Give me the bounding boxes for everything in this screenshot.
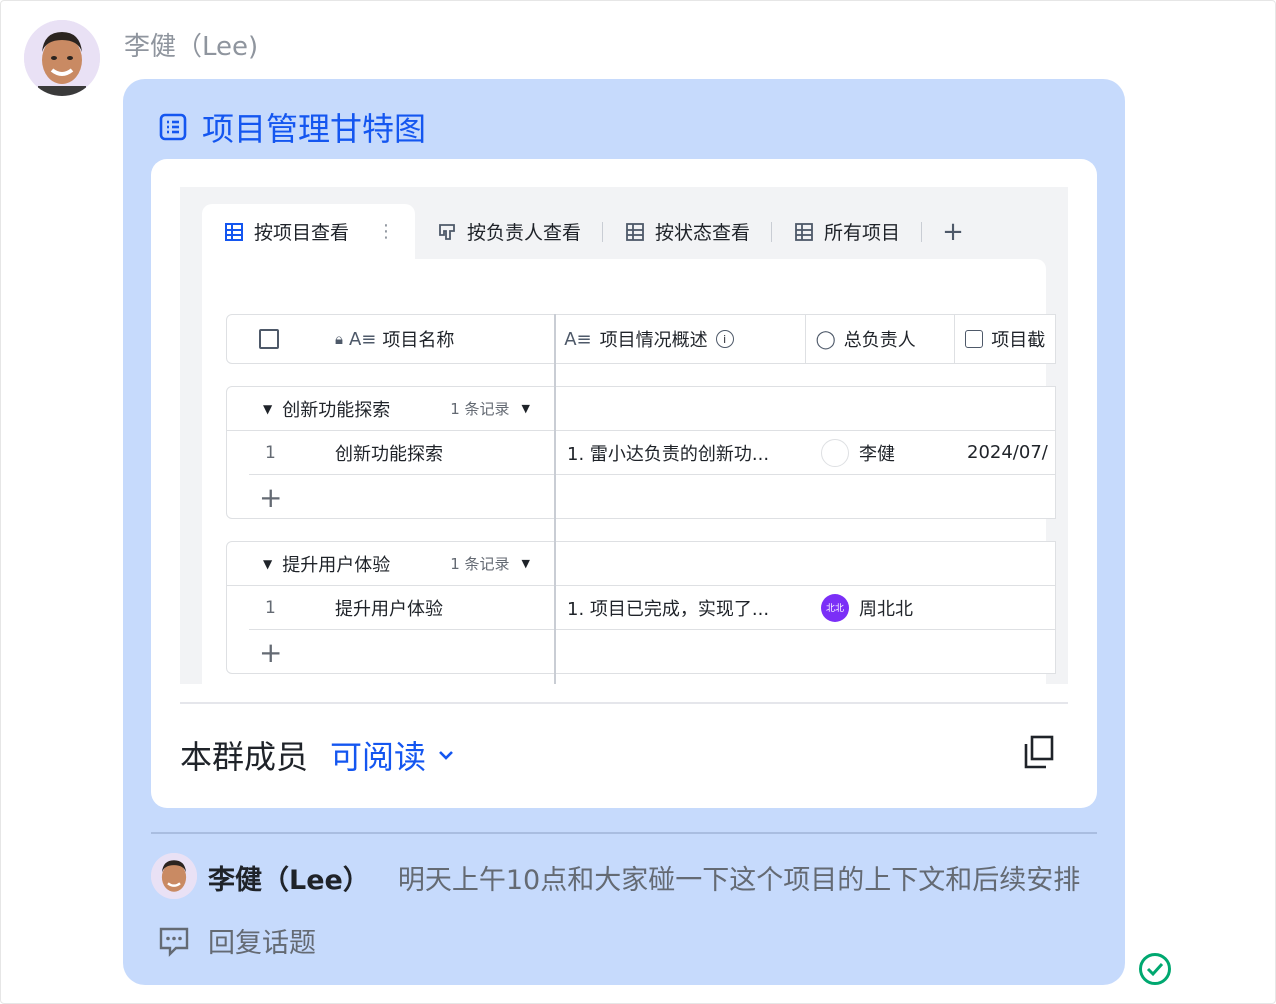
- tab-all-projects[interactable]: 所有项目: [772, 204, 923, 259]
- add-record-button[interactable]: +: [227, 475, 1055, 519]
- divider: [151, 832, 1097, 834]
- tab-label: 按状态查看: [655, 222, 751, 244]
- row-index: 1: [265, 442, 276, 463]
- group-menu-icon[interactable]: ▼: [522, 402, 530, 415]
- reply-text: 明天上午10点和大家碰一下这个项目的上下文和后续安排: [397, 865, 1081, 896]
- row-summary[interactable]: 1. 项目已完成，实现了...: [557, 595, 807, 621]
- group-block: ▼ 创新功能探索 1 条记录 ▼ 1 创新功能探索 1. 雷小达负责的创新功..…: [226, 386, 1056, 519]
- more-vertical-icon[interactable]: ⋮: [377, 221, 395, 242]
- row-deadline[interactable]: 2024/07/: [957, 442, 1048, 463]
- copy-icon: [1024, 735, 1054, 769]
- person-field-icon: ◯: [815, 328, 836, 350]
- chevron-down-icon: [439, 751, 453, 760]
- row-index: 1: [265, 597, 276, 618]
- card-title-text: 项目管理甘特图: [202, 110, 427, 148]
- permission-level: 可阅读: [330, 738, 427, 776]
- collapse-triangle-icon[interactable]: ▼: [263, 402, 272, 416]
- copy-button[interactable]: [1022, 734, 1056, 774]
- grid-view-icon: [626, 222, 644, 241]
- read-status-check-icon: [1138, 952, 1172, 990]
- plus-icon: +: [942, 216, 964, 247]
- column-header-name[interactable]: 项目名称: [382, 326, 454, 352]
- add-record-button[interactable]: +: [227, 630, 1055, 674]
- group-block: ▼ 提升用户体验 1 条记录 ▼ 1 提升用户体验 1. 项目已完成，实现了..…: [226, 541, 1056, 674]
- plus-icon: +: [259, 635, 283, 669]
- collapse-triangle-icon[interactable]: ▼: [263, 557, 272, 571]
- frozen-column-divider: [554, 314, 556, 684]
- select-all-checkbox[interactable]: [259, 329, 279, 349]
- bitable-icon: [159, 113, 187, 141]
- grid-view-icon: [225, 222, 243, 241]
- grid-view-icon: [795, 222, 813, 241]
- plus-icon: +: [259, 480, 283, 514]
- sender-name: 李健（Lee): [124, 32, 259, 62]
- add-view-button[interactable]: +: [922, 204, 984, 259]
- row-summary[interactable]: 1. 雷小达负责的创新功...: [557, 440, 807, 466]
- tab-by-project[interactable]: 按项目查看 ⋮: [202, 204, 416, 259]
- table-header: 🔒︎ A≡ 项目名称 A≡ 项目情况概述 i ◯ 总负责人 项目截: [226, 314, 1056, 364]
- divider: [180, 702, 1068, 704]
- permission-scope: 本群成员: [180, 738, 309, 776]
- row-project-name[interactable]: 提升用户体验: [335, 595, 557, 621]
- text-field-icon: A≡: [564, 328, 592, 350]
- tab-by-owner[interactable]: 按负责人查看: [415, 204, 604, 259]
- kanban-view-icon: [439, 223, 455, 240]
- thread-reply[interactable]: 李健（Lee） 明天上午10点和大家碰一下这个项目的上下文和后续安排: [208, 858, 1080, 897]
- owner-name: 周北北: [859, 598, 913, 620]
- reply-author: 李健（Lee）: [208, 865, 370, 896]
- tab-label: 按负责人查看: [467, 222, 582, 244]
- reply-topic-label: 回复话题: [208, 928, 316, 959]
- table-preview[interactable]: 按项目查看 ⋮ 按负责人查看 按状态查看 所有项目 + 🔒︎ A≡ 项目名称 A…: [180, 187, 1068, 684]
- owner-name: 李健: [859, 443, 895, 465]
- text-field-icon: A≡: [348, 328, 377, 350]
- owner-avatar: 北北: [821, 593, 849, 622]
- row-project-name[interactable]: 创新功能探索: [335, 440, 557, 466]
- column-header-deadline[interactable]: 项目截: [991, 326, 1045, 352]
- permission-dropdown[interactable]: 可阅读: [330, 732, 456, 778]
- lock-icon: 🔒︎: [335, 330, 343, 348]
- view-tabs: 按项目查看 ⋮ 按负责人查看 按状态查看 所有项目 +: [202, 204, 984, 259]
- column-header-summary[interactable]: 项目情况概述: [600, 326, 708, 352]
- card-title-link[interactable]: 项目管理甘特图: [158, 104, 426, 150]
- tab-label: 所有项目: [824, 222, 901, 244]
- permission-row: 本群成员 可阅读: [180, 732, 456, 778]
- owner-cell[interactable]: 北北 周北北: [807, 593, 957, 622]
- sender-avatar[interactable]: [24, 20, 100, 96]
- group-count: 1 条记录: [450, 555, 510, 573]
- column-header-owner[interactable]: 总负责人: [844, 326, 916, 352]
- reply-avatar[interactable]: [151, 853, 197, 899]
- table-sheet: 🔒︎ A≡ 项目名称 A≡ 项目情况概述 i ◯ 总负责人 项目截 ▼ 创新功能…: [202, 259, 1056, 684]
- tab-by-status[interactable]: 按状态查看: [603, 204, 773, 259]
- table-row[interactable]: 1 提升用户体验 1. 项目已完成，实现了... 北北 周北北: [249, 586, 1055, 630]
- comment-icon: [159, 927, 189, 957]
- reply-topic-button[interactable]: 回复话题: [158, 921, 316, 960]
- group-menu-icon[interactable]: ▼: [522, 557, 530, 570]
- date-field-icon: [965, 330, 984, 348]
- owner-avatar: [821, 438, 849, 467]
- group-title: 创新功能探索: [282, 399, 391, 421]
- group-title: 提升用户体验: [282, 554, 391, 576]
- tab-label: 按项目查看: [254, 222, 350, 244]
- info-icon[interactable]: i: [715, 330, 734, 348]
- owner-cell[interactable]: 李健: [807, 438, 957, 467]
- table-row[interactable]: 1 创新功能探索 1. 雷小达负责的创新功... 李健 2024/07/: [249, 431, 1055, 475]
- group-count: 1 条记录: [450, 400, 510, 418]
